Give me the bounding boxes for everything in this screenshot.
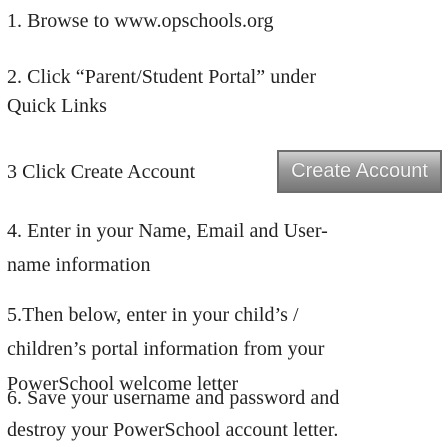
step-2-text-line-2: Quick Links <box>7 95 107 117</box>
step-5-text-line-1: 5.Then below, enter in your child’s / <box>7 304 299 326</box>
step-4-text-line-1: 4. Enter in your Name, Email and User- <box>7 220 328 242</box>
step-6-text-line-2: destroy your PowerSchool account letter. <box>7 419 339 441</box>
step-2-text-line-1: 2. Click “Parent/Student Portal” under <box>7 66 317 88</box>
step-3-text: 3 Click Create Account <box>7 161 196 183</box>
step-5-text-line-2: children’s portal information from your <box>7 338 325 360</box>
step-1-text: 1. Browse to www.opschools.org <box>7 10 274 32</box>
step-4-text-line-2: name information <box>7 254 151 276</box>
step-6-text-line-1: 6. Save your username and password and <box>7 387 340 409</box>
create-account-button[interactable]: Create Account <box>277 150 442 193</box>
